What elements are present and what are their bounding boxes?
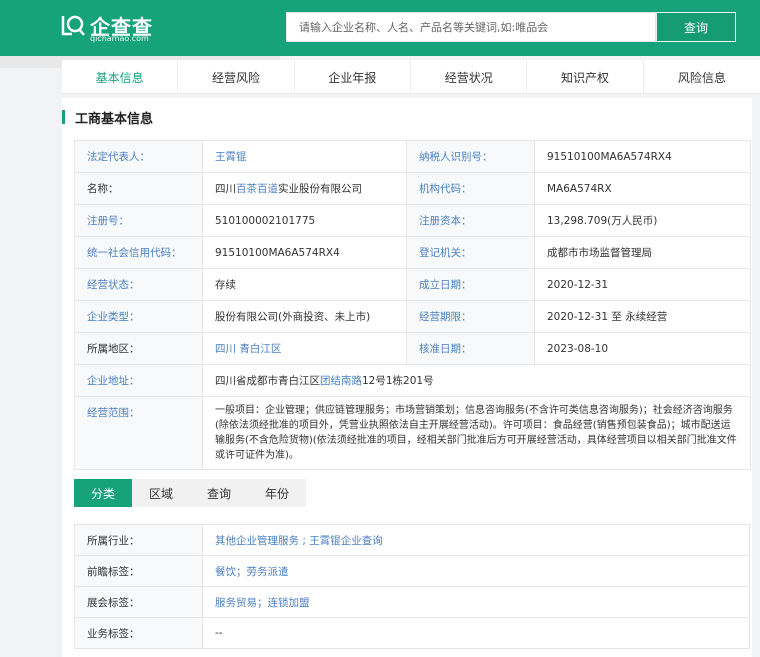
established-value: 2020-12-31 xyxy=(534,268,751,301)
address-prefix: 四川省成都市青白江区 xyxy=(215,375,320,387)
business-tag-label: 业务标签： xyxy=(74,617,203,649)
tab-category[interactable]: 分类 xyxy=(74,479,132,507)
scope-label: 经营范围： xyxy=(74,396,203,470)
main-panel: 工商基本信息 法定代表人： 王霄锟 纳税人识别号： 91510100MA6A57… xyxy=(62,98,752,657)
table-row: 展会标签： 服务贸易；连锁加盟 xyxy=(74,586,750,618)
table-row: 企业地址： 四川省成都市青白江区团结南路12号1栋201号 xyxy=(74,364,751,397)
frontier-link[interactable]: 餐饮；劳务派遣 xyxy=(215,566,289,578)
approval-label: 核准日期： xyxy=(406,332,535,365)
tab-year[interactable]: 年份 xyxy=(248,479,306,507)
address-value: 四川省成都市青白江区团结南路12号1栋201号 xyxy=(202,364,751,397)
name-prefix: 四川 xyxy=(215,183,236,195)
authority-value: 成都市市场监督管理局 xyxy=(534,236,751,269)
main-nav: 基本信息 经营风险 企业年报 经营状况 知识产权 风险信息 xyxy=(62,60,760,94)
credit-code-label: 统一社会信用代码： xyxy=(74,236,203,269)
taxpayer-id-value: 91510100MA6A574RX4 xyxy=(534,140,751,173)
table-row: 经营状态： 存续 成立日期： 2020-12-31 xyxy=(74,268,751,301)
logo-icon xyxy=(61,15,85,36)
section-accent-bar xyxy=(62,110,65,124)
table-row: 经营范围： 一般项目：企业管理；供应链管理服务；市场营销策划；信息咨询服务(不含… xyxy=(74,396,751,470)
authority-label: 登记机关： xyxy=(406,236,535,269)
nav-annual-report[interactable]: 企业年报 xyxy=(295,60,412,94)
site-logo[interactable]: 企查查 qichamao.com xyxy=(60,10,170,44)
nav-operation-status[interactable]: 经营状况 xyxy=(411,60,528,94)
search-button[interactable]: 查询 xyxy=(656,12,736,42)
table-row: 注册号： 510100002101775 注册资本： 13,298.709(万人… xyxy=(74,204,751,237)
name-suffix: 实业股份有限公司 xyxy=(278,183,362,195)
scope-value: 一般项目：企业管理；供应链管理服务；市场营销策划；信息咨询服务(不含许可类信息咨… xyxy=(202,396,751,470)
address-link[interactable]: 团结南路 xyxy=(320,375,362,387)
org-code-value: MA6A574RX xyxy=(534,172,751,205)
business-info-table: 法定代表人： 王霄锟 纳税人识别号： 91510100MA6A574RX4 名称… xyxy=(74,140,751,470)
table-row: 前瞻标签： 餐饮；劳务派遣 xyxy=(74,555,750,587)
nav-business-risk[interactable]: 经营风险 xyxy=(178,60,295,94)
reg-no-label: 注册号： xyxy=(74,204,203,237)
reg-no-value: 510100002101775 xyxy=(202,204,407,237)
nav-intellectual-property[interactable]: 知识产权 xyxy=(527,60,644,94)
status-label: 经营状态： xyxy=(74,268,203,301)
search-box[interactable] xyxy=(286,12,656,42)
region-value: 四川 青白江区 xyxy=(202,332,407,365)
region-district-link[interactable]: 青白江区 xyxy=(239,343,281,355)
table-row: 所属行业： 其他企业管理服务 ; 王霄锟企业查询 xyxy=(74,524,750,556)
tab-query[interactable]: 查询 xyxy=(190,479,248,507)
address-label: 企业地址： xyxy=(74,364,203,397)
org-code-label: 机构代码： xyxy=(406,172,535,205)
taxpayer-id-label: 纳税人识别号： xyxy=(406,140,535,173)
table-row: 业务标签： -- xyxy=(74,617,750,649)
search-input[interactable] xyxy=(287,13,655,41)
table-row: 企业类型： 股份有限公司(外商投资、未上市) 经营期限： 2020-12-31 … xyxy=(74,300,751,333)
reg-capital-label: 注册资本： xyxy=(406,204,535,237)
table-row: 法定代表人： 王霄锟 纳税人识别号： 91510100MA6A574RX4 xyxy=(74,140,751,173)
legal-rep-value: 王霄锟 xyxy=(202,140,407,173)
term-value: 2020-12-31 至 永续经营 xyxy=(534,300,751,333)
status-value: 存续 xyxy=(202,268,407,301)
region-province-link[interactable]: 四川 xyxy=(215,343,236,355)
term-label: 经营期限： xyxy=(406,300,535,333)
table-row: 所属地区： 四川 青白江区 核准日期： 2023-08-10 xyxy=(74,332,751,365)
business-tag-value: -- xyxy=(202,617,750,649)
expo-value: 服务贸易；连锁加盟 xyxy=(202,586,750,618)
logo-domain: qichamao.com xyxy=(90,34,149,43)
industry-value: 其他企业管理服务 ; 王霄锟企业查询 xyxy=(202,524,750,556)
address-suffix: 12号1栋201号 xyxy=(362,375,434,387)
frontier-value: 餐饮；劳务派遣 xyxy=(202,555,750,587)
type-label: 企业类型： xyxy=(74,300,203,333)
industry-link[interactable]: 其他企业管理服务 ; 王霄锟企业查询 xyxy=(215,535,383,547)
table-row: 统一社会信用代码： 91510100MA6A574RX4 登记机关： 成都市市场… xyxy=(74,236,751,269)
approval-value: 2023-08-10 xyxy=(534,332,751,365)
name-link[interactable]: 百茶百道 xyxy=(236,183,278,195)
nav-risk-info[interactable]: 风险信息 xyxy=(644,60,760,94)
expo-label: 展会标签： xyxy=(74,586,203,618)
table-row: 名称： 四川百茶百道实业股份有限公司 机构代码： MA6A574RX xyxy=(74,172,751,205)
name-value: 四川百茶百道实业股份有限公司 xyxy=(202,172,407,205)
expo-link[interactable]: 服务贸易；连锁加盟 xyxy=(215,597,310,609)
frontier-label: 前瞻标签： xyxy=(74,555,203,587)
classification-tabs: 分类 区域 查询 年份 xyxy=(74,479,306,507)
legal-rep-label: 法定代表人： xyxy=(74,140,203,173)
legal-rep-link[interactable]: 王霄锟 xyxy=(215,151,247,163)
tab-region[interactable]: 区域 xyxy=(132,479,190,507)
industry-label: 所属行业： xyxy=(74,524,203,556)
credit-code-value: 91510100MA6A574RX4 xyxy=(202,236,407,269)
section-title: 工商基本信息 xyxy=(75,111,154,127)
name-label: 名称： xyxy=(74,172,203,205)
region-label: 所属地区： xyxy=(74,332,203,365)
section-header: 工商基本信息 xyxy=(62,108,154,127)
reg-capital-value: 13,298.709(万人民币) xyxy=(534,204,751,237)
classification-table: 所属行业： 其他企业管理服务 ; 王霄锟企业查询 前瞻标签： 餐饮；劳务派遣 展… xyxy=(74,524,750,649)
nav-basic-info[interactable]: 基本信息 xyxy=(62,60,179,94)
type-value: 股份有限公司(外商投资、未上市) xyxy=(202,300,407,333)
top-header: 企查查 qichamao.com 查询 xyxy=(0,0,760,56)
established-label: 成立日期： xyxy=(406,268,535,301)
